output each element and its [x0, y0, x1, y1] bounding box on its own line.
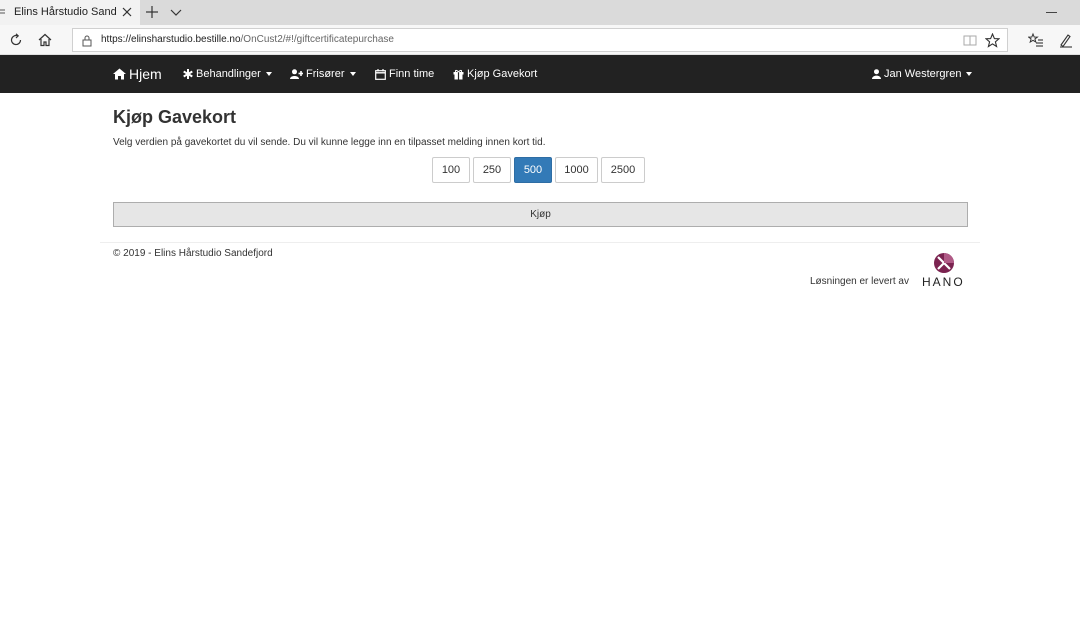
caret-down-icon — [265, 72, 272, 76]
nav-user-dropdown[interactable]: Jan Westergren — [872, 55, 973, 93]
address-bar[interactable]: https://elinsharstudio.bestille.no/OnCus… — [72, 28, 1008, 52]
close-tab-icon[interactable] — [121, 6, 133, 18]
pen-notes-icon[interactable] — [1058, 32, 1074, 48]
hano-logo-text[interactable]: HANO — [922, 275, 965, 289]
reading-view-icon[interactable] — [963, 34, 977, 47]
nav-user-label: Jan Westergren — [884, 68, 962, 80]
favorite-star-icon[interactable] — [985, 33, 1000, 48]
nav-behandlinger-label: Behandlinger — [196, 68, 261, 80]
nav-kjop-gavekort-link[interactable]: Kjøp Gavekort — [453, 55, 537, 93]
footer-divider — [100, 242, 980, 243]
asterisk-icon — [183, 69, 193, 79]
favorites-hub-icon[interactable] — [1028, 32, 1044, 48]
tab-title: Elins Hårstudio Sandefjo — [14, 6, 117, 18]
gift-icon — [453, 69, 464, 79]
nav-kjop-gavekort-label: Kjøp Gavekort — [467, 68, 538, 80]
caret-down-icon — [966, 72, 973, 76]
lock-icon — [82, 35, 92, 47]
amount-option-250[interactable]: 250 — [473, 157, 511, 183]
url-path: /OnCust2/#!/giftcertificatepurchase — [240, 34, 394, 45]
amount-option-100[interactable]: 100 — [432, 157, 470, 183]
home-icon — [113, 68, 126, 80]
buy-button[interactable]: Kjøp — [113, 202, 968, 227]
amount-option-2500[interactable]: 2500 — [601, 157, 645, 183]
home-icon[interactable] — [37, 32, 53, 48]
browser-tab[interactable]: Elins Hårstudio Sandefjo — [0, 0, 140, 25]
refresh-icon[interactable] — [8, 32, 24, 48]
url-text: https://elinsharstudio.bestille.no/OnCus… — [101, 34, 394, 45]
site-navbar: Hjem Behandlinger Frisører Finn time Kjø… — [0, 55, 1080, 93]
user-icon — [872, 69, 881, 79]
calendar-icon — [375, 68, 386, 80]
hano-logo-icon[interactable] — [932, 251, 956, 275]
nav-finn-time-label: Finn time — [389, 68, 435, 80]
browser-toolbar: https://elinsharstudio.bestille.no/OnCus… — [0, 25, 1080, 55]
nav-finn-time-link[interactable]: Finn time — [375, 55, 434, 93]
url-host: https://elinsharstudio.bestille.no — [101, 34, 241, 45]
minimize-icon[interactable] — [1046, 12, 1057, 13]
amount-option-1000[interactable]: 1000 — [555, 157, 598, 183]
nav-frisorer-dropdown[interactable]: Frisører — [290, 55, 356, 93]
page-icon — [0, 9, 5, 14]
browser-tab-bar: Elins Hårstudio Sandefjo — [0, 0, 1080, 25]
footer-copyright: © 2019 - Elins Hårstudio Sandefjord — [113, 248, 273, 259]
user-plus-icon — [290, 69, 303, 79]
nav-home-link[interactable]: Hjem — [113, 55, 162, 93]
provided-by-text: Løsningen er levert av — [810, 276, 909, 287]
page-title: Kjøp Gavekort — [113, 107, 237, 127]
nav-behandlinger-dropdown[interactable]: Behandlinger — [183, 55, 272, 93]
nav-home-label: Hjem — [129, 66, 162, 82]
caret-down-icon — [349, 72, 356, 76]
new-tab-icon[interactable] — [145, 5, 159, 19]
amount-option-500-selected[interactable]: 500 — [514, 157, 552, 183]
nav-frisorer-label: Frisører — [306, 68, 345, 80]
intro-text: Velg verdien på gavekortet du vil sende.… — [113, 137, 546, 148]
chevron-down-icon[interactable] — [170, 6, 182, 18]
